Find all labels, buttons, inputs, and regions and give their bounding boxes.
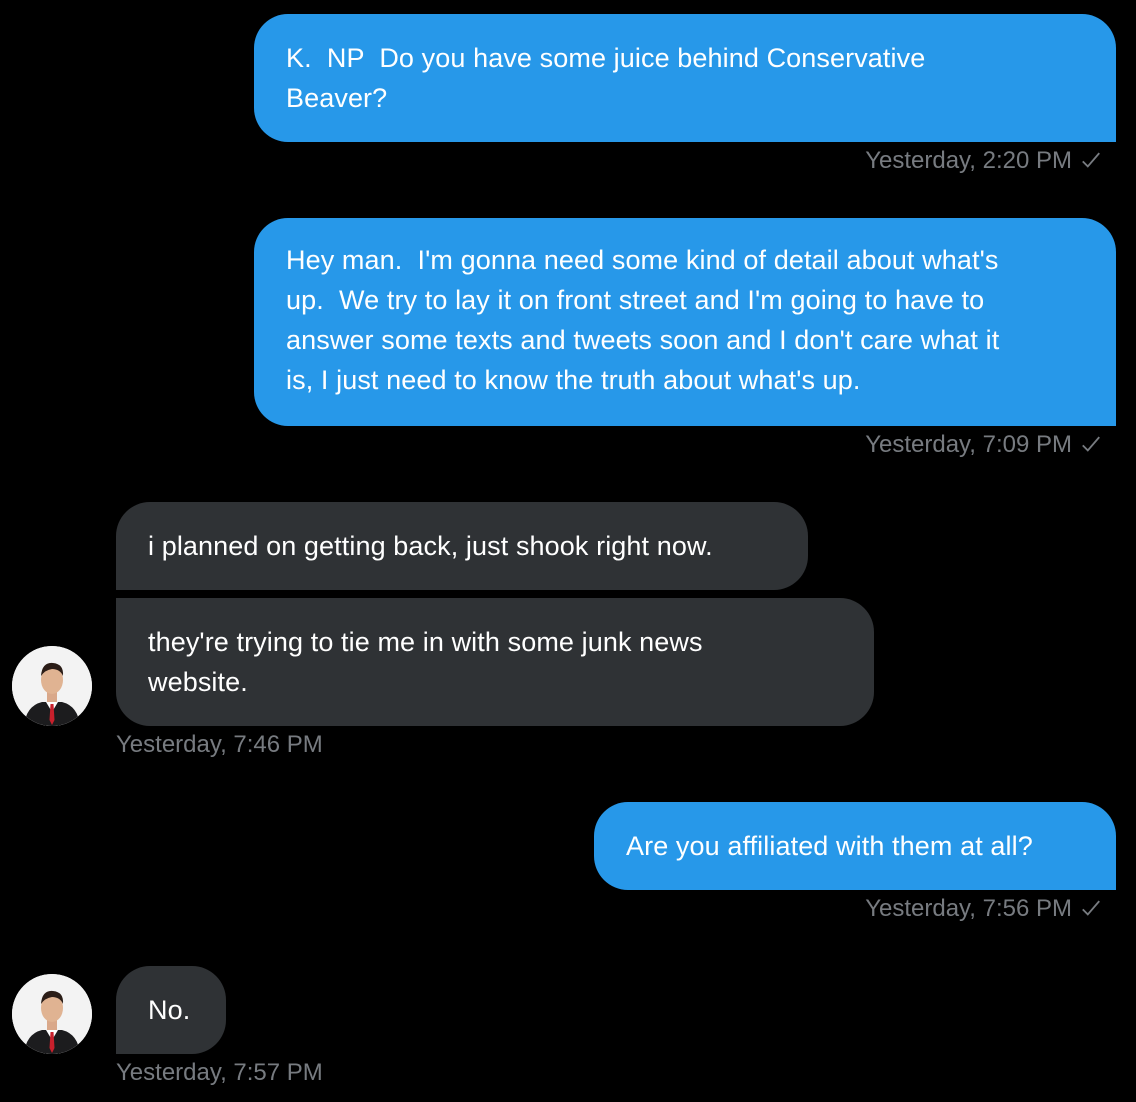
sent-check-icon [1082,900,1100,916]
sent-check-icon [1082,436,1100,452]
message-bubble-received[interactable]: No. [116,966,226,1054]
message-timestamp: Yesterday, 7:57 PM [116,1058,323,1088]
message-bubble-sent[interactable]: Are you affiliated with them at all? [594,802,1116,890]
message-bubble-sent[interactable]: K. NP Do you have some juice behind Cons… [254,14,1116,142]
timestamp-text: Yesterday, 7:56 PM [865,895,1072,922]
timestamp-text: Yesterday, 7:09 PM [865,431,1072,458]
sent-check-icon [1082,152,1100,168]
timestamp-text: Yesterday, 7:57 PM [116,1059,323,1086]
message-bubble-received[interactable]: i planned on getting back, just shook ri… [116,502,808,590]
timestamp-text: Yesterday, 2:20 PM [865,147,1072,174]
message-bubble-sent[interactable]: Hey man. I'm gonna need some kind of det… [254,218,1116,426]
message-timestamp: Yesterday, 7:09 PM [865,430,1102,460]
sender-avatar[interactable] [12,646,92,726]
message-timestamp: Yesterday, 7:46 PM [116,730,323,760]
message-timestamp: Yesterday, 7:56 PM [865,894,1102,924]
avatar-portrait-icon [12,974,92,1054]
avatar-portrait-icon [12,646,92,726]
sender-avatar[interactable] [12,974,92,1054]
message-timestamp: Yesterday, 2:20 PM [865,146,1102,176]
message-bubble-received[interactable]: they're trying to tie me in with some ju… [116,598,874,726]
timestamp-text: Yesterday, 7:46 PM [116,731,323,758]
